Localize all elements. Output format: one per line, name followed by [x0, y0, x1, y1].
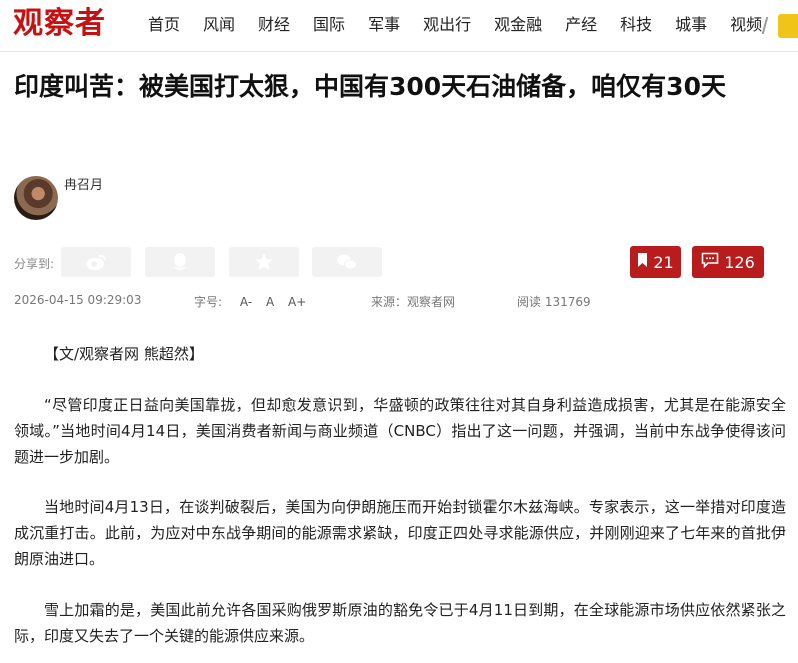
article-paragraph: 当地时间4月13日，在谈判破裂后，美国为向伊朗施压而开始封锁霍尔木兹海峡。专家表… [14, 498, 786, 568]
star-icon [254, 252, 274, 272]
share-qq-button[interactable] [145, 247, 215, 277]
share-label: 分享到: [14, 257, 55, 271]
nav-item-fintech[interactable]: 观金融 [494, 14, 542, 36]
bookmark-icon [637, 252, 653, 272]
nav-item-industry[interactable]: 产经 [565, 14, 597, 36]
article-title: 印度叫苦：被美国打太狠，中国有300天石油储备，咱仅有30天 [14, 72, 726, 101]
nav-item-mobility[interactable]: 观出行 [423, 14, 471, 36]
author-avatar[interactable] [14, 176, 58, 220]
qq-icon [171, 252, 189, 272]
font-size-normal-button[interactable]: A [266, 295, 274, 309]
publish-date: 2026-04-15 09:29:03 [14, 293, 142, 307]
main-nav: 首页 风闻 财经 国际 军事 观出行 观金融 产经 科技 城事 视频 [148, 14, 785, 36]
bookmark-count: 21 [653, 252, 674, 272]
article-byline: 【文/观察者网 熊超然】 [44, 345, 204, 363]
weibo-icon [85, 253, 107, 271]
article-paragraph: “尽管印度正日益向美国靠拢，但却愈发意识到，华盛顿的政策往往对其自身利益造成损害… [14, 396, 786, 466]
comment-count: 126 [724, 252, 755, 272]
nav-item-military[interactable]: 军事 [368, 14, 400, 36]
font-size-controls: 字号: A- A A+ [194, 293, 316, 310]
bookmark-button[interactable]: 21 [630, 246, 681, 278]
font-size-decrease-button[interactable]: A- [240, 295, 252, 309]
article-paragraph: 雪上加霜的是，美国此前允许各国采购俄罗斯原油的豁免令已于4月11日到期，在全球能… [14, 601, 786, 645]
nav-more-button[interactable] [778, 14, 798, 38]
share-favorite-button[interactable] [229, 247, 299, 277]
read-count: 阅读 131769 [517, 295, 591, 309]
nav-item-home[interactable]: 首页 [148, 14, 180, 36]
share-wechat-button[interactable] [312, 247, 382, 277]
article-source: 来源：观察者网 [371, 295, 456, 309]
wechat-icon [336, 253, 358, 271]
font-size-increase-button[interactable]: A+ [288, 295, 306, 309]
nav-item-fengwen[interactable]: 风闻 [203, 14, 235, 36]
font-size-label: 字号: [194, 295, 223, 309]
nav-item-city[interactable]: 城事 [675, 14, 707, 36]
nav-item-finance[interactable]: 财经 [258, 14, 290, 36]
comment-icon [701, 252, 724, 272]
comment-button[interactable]: 126 [692, 246, 764, 278]
nav-item-video[interactable]: 视频 [730, 14, 762, 36]
author-name[interactable]: 冉召月 [64, 174, 103, 193]
top-navigation-bar: 观察者 首页 风闻 财经 国际 军事 观出行 观金融 产经 科技 城事 视频 [0, 0, 798, 52]
nav-item-international[interactable]: 国际 [313, 14, 345, 36]
share-weibo-button[interactable] [61, 247, 131, 277]
site-logo[interactable]: 观察者 [13, 4, 106, 44]
nav-item-tech[interactable]: 科技 [620, 14, 652, 36]
